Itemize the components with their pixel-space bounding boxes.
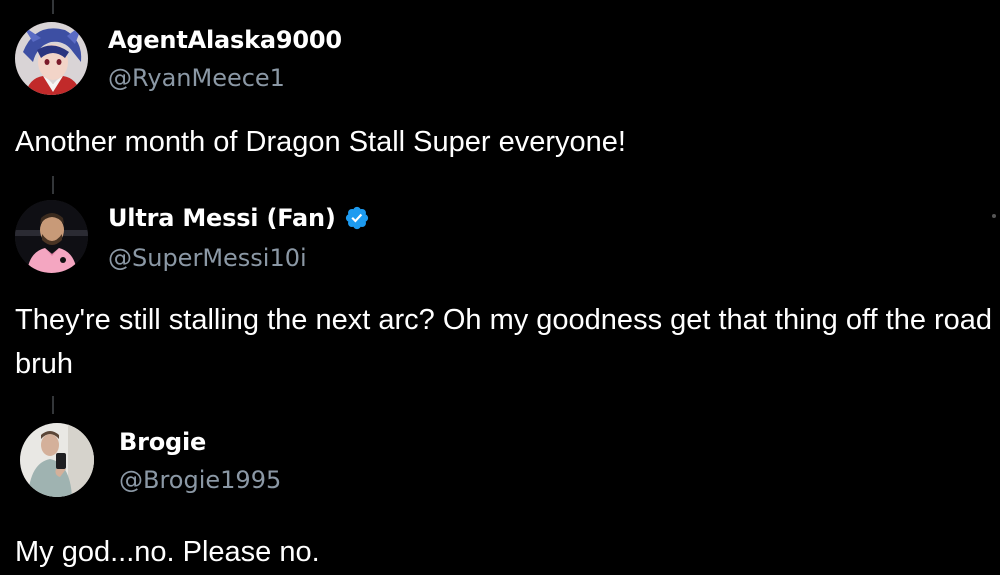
verified-badge-icon bbox=[345, 206, 368, 230]
tweet[interactable]: Brogie @Brogie1995 My god...no. Please n… bbox=[0, 396, 1000, 575]
tweet[interactable]: AgentAlaska9000 @RyanMeece1 Another mont… bbox=[0, 0, 1000, 176]
more-indicator bbox=[992, 214, 996, 218]
display-name-text[interactable]: Ultra Messi (Fan) bbox=[108, 204, 336, 232]
tweet-text: My god...no. Please no. bbox=[15, 536, 320, 568]
tweet[interactable]: Ultra Messi (Fan) @SuperMessi10i They're… bbox=[0, 176, 1000, 396]
avatar[interactable] bbox=[15, 22, 88, 95]
avatar[interactable] bbox=[15, 200, 88, 273]
display-name[interactable]: Brogie bbox=[119, 428, 206, 456]
user-handle[interactable]: @RyanMeece1 bbox=[108, 64, 285, 92]
user-handle[interactable]: @Brogie1995 bbox=[119, 466, 281, 494]
mirror-selfie-avatar-icon bbox=[20, 423, 94, 497]
tweet-text: They're still stalling the next arc? Oh … bbox=[15, 304, 993, 380]
display-name-text[interactable]: AgentAlaska9000 bbox=[108, 26, 342, 54]
anime-character-avatar-icon bbox=[15, 22, 88, 95]
display-name[interactable]: Ultra Messi (Fan) bbox=[108, 204, 370, 232]
display-name-text[interactable]: Brogie bbox=[119, 428, 206, 456]
tweet-text: Another month of Dragon Stall Super ever… bbox=[15, 126, 626, 158]
soccer-player-avatar-icon bbox=[15, 200, 88, 273]
user-handle[interactable]: @SuperMessi10i bbox=[108, 244, 307, 272]
display-name[interactable]: AgentAlaska9000 bbox=[108, 26, 342, 54]
avatar[interactable] bbox=[20, 423, 94, 497]
